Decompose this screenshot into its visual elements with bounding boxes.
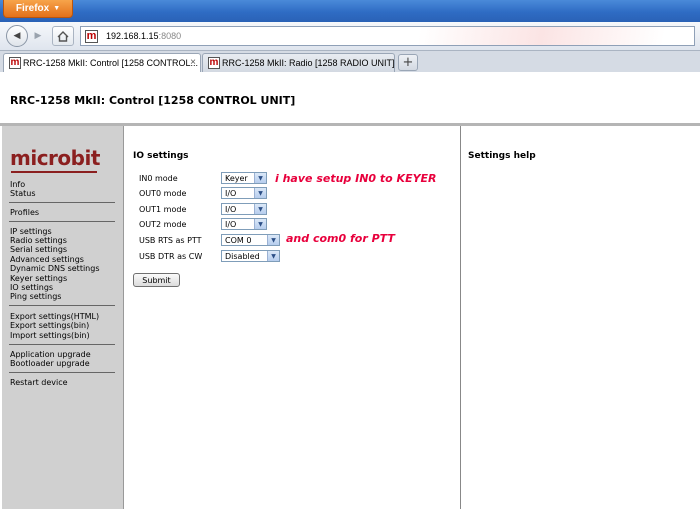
sidebar-item-application-upgrade[interactable]: Application upgrade <box>10 350 91 359</box>
io-settings-heading: IO settings <box>133 151 189 161</box>
firefox-menu-label: Firefox <box>15 3 50 14</box>
out0-mode-label: OUT0 mode <box>139 189 187 198</box>
in0-mode-label: IN0 mode <box>139 174 178 183</box>
sidebar-item-keyer-settings[interactable]: Keyer settings <box>10 274 67 283</box>
usb-rts-value: COM 0 <box>225 235 252 245</box>
dropdown-arrow-icon: ▼ <box>267 251 279 261</box>
site-favicon-icon: m <box>85 29 98 43</box>
settings-help-heading: Settings help <box>468 151 536 161</box>
sidebar-item-import-bin[interactable]: Import settings(bin) <box>10 331 90 340</box>
sidebar-item-status[interactable]: Status <box>10 189 36 198</box>
identity-button[interactable] <box>52 26 74 46</box>
sidebar-item-advanced-settings[interactable]: Advanced settings <box>10 255 84 264</box>
out0-mode-value: I/O <box>225 188 237 198</box>
dropdown-arrow-icon: ▼ <box>254 173 266 183</box>
dropdown-arrow-icon: ▼ <box>254 204 266 214</box>
sidebar-item-ping-settings[interactable]: Ping settings <box>10 292 61 301</box>
logo-underline <box>11 171 97 173</box>
submit-button[interactable]: Submit <box>133 273 180 287</box>
page-header: RRC-1258 MkII: Control [1258 CONTROL UNI… <box>0 72 700 126</box>
sidebar-divider <box>9 202 115 203</box>
url-host: 192.168.1.15 <box>106 31 159 41</box>
main-content: IO settings IN0 mode Keyer ▼ OUT0 mode I… <box>127 126 461 509</box>
usb-dtr-value: Disabled <box>225 251 260 261</box>
usb-dtr-label: USB DTR as CW <box>139 252 203 261</box>
tab-control[interactable]: m RRC-1258 MkII: Control [1258 CONTROL..… <box>3 53 201 72</box>
new-tab-button[interactable]: + <box>398 54 418 71</box>
browser-titlebar: Firefox ▼ <box>0 0 700 22</box>
tab-bar: m RRC-1258 MkII: Control [1258 CONTROL..… <box>0 51 700 73</box>
sidebar-item-io-settings[interactable]: IO settings <box>10 283 53 292</box>
out1-mode-label: OUT1 mode <box>139 205 187 214</box>
navigation-toolbar: ◀ ▶ m 192.168.1.15:8080 <box>0 22 700 51</box>
annotation-in0-keyer: i have setup IN0 to KEYER <box>275 172 437 185</box>
microbit-logo: microbit <box>10 146 100 170</box>
page-title: RRC-1258 MkII: Control [1258 CONTROL UNI… <box>10 94 296 107</box>
out1-mode-select[interactable]: I/O ▼ <box>221 203 267 215</box>
sidebar-item-dynamic-dns-settings[interactable]: Dynamic DNS settings <box>10 264 100 273</box>
sidebar-item-profiles[interactable]: Profiles <box>10 208 39 217</box>
sidebar-item-info[interactable]: Info <box>10 180 25 189</box>
usb-dtr-select[interactable]: Disabled ▼ <box>221 250 280 262</box>
sidebar-divider <box>9 344 115 345</box>
sidebar-item-radio-settings[interactable]: Radio settings <box>10 236 67 245</box>
sidebar-item-export-bin[interactable]: Export settings(bin) <box>10 321 89 330</box>
chevron-down-icon: ▼ <box>53 5 61 12</box>
out2-mode-select[interactable]: I/O ▼ <box>221 218 267 230</box>
settings-help-panel: Settings help <box>461 126 700 509</box>
sidebar-item-export-html[interactable]: Export settings(HTML) <box>10 312 99 321</box>
dropdown-arrow-icon: ▼ <box>267 235 279 245</box>
annotation-com0-ptt: and com0 for PTT <box>286 232 395 245</box>
close-icon[interactable]: × <box>190 57 196 68</box>
sidebar-divider <box>9 305 115 306</box>
dropdown-arrow-icon: ▼ <box>254 219 266 229</box>
in0-mode-value: Keyer <box>225 173 248 183</box>
sidebar-divider <box>9 372 115 373</box>
usb-rts-select[interactable]: COM 0 ▼ <box>221 234 280 246</box>
url-text[interactable]: 192.168.1.15:8080 <box>106 31 181 41</box>
tab-favicon-icon: m <box>9 57 21 69</box>
tab-radio[interactable]: m RRC-1258 MkII: Radio [1258 RADIO UNIT] <box>202 53 395 72</box>
dropdown-arrow-icon: ▼ <box>254 188 266 198</box>
sidebar-divider <box>9 221 115 222</box>
firefox-menu-button[interactable]: Firefox ▼ <box>3 0 73 18</box>
back-button[interactable]: ◀ <box>6 25 28 47</box>
sidebar-item-ip-settings[interactable]: IP settings <box>10 227 52 236</box>
back-icon: ◀ <box>13 31 21 41</box>
address-bar[interactable]: m 192.168.1.15:8080 <box>80 26 695 46</box>
url-port: :8080 <box>158 31 182 41</box>
sidebar-item-restart-device[interactable]: Restart device <box>10 378 68 387</box>
forward-button[interactable]: ▶ <box>30 28 46 44</box>
forward-icon: ▶ <box>34 31 42 41</box>
out2-mode-value: I/O <box>225 219 237 229</box>
tab-favicon-icon: m <box>208 57 220 69</box>
sidebar-item-serial-settings[interactable]: Serial settings <box>10 245 67 254</box>
usb-rts-label: USB RTS as PTT <box>139 236 202 245</box>
out2-mode-label: OUT2 mode <box>139 220 187 229</box>
sidebar: microbit Info Status Profiles IP setting… <box>2 126 124 509</box>
sidebar-item-bootloader-upgrade[interactable]: Bootloader upgrade <box>10 359 90 368</box>
out0-mode-select[interactable]: I/O ▼ <box>221 187 267 199</box>
tab-label: RRC-1258 MkII: Control [1258 CONTROL... <box>23 58 199 68</box>
tab-label: RRC-1258 MkII: Radio [1258 RADIO UNIT] <box>222 58 394 68</box>
home-icon <box>57 30 69 42</box>
plus-icon: + <box>402 55 414 70</box>
out1-mode-value: I/O <box>225 204 237 214</box>
in0-mode-select[interactable]: Keyer ▼ <box>221 172 267 184</box>
